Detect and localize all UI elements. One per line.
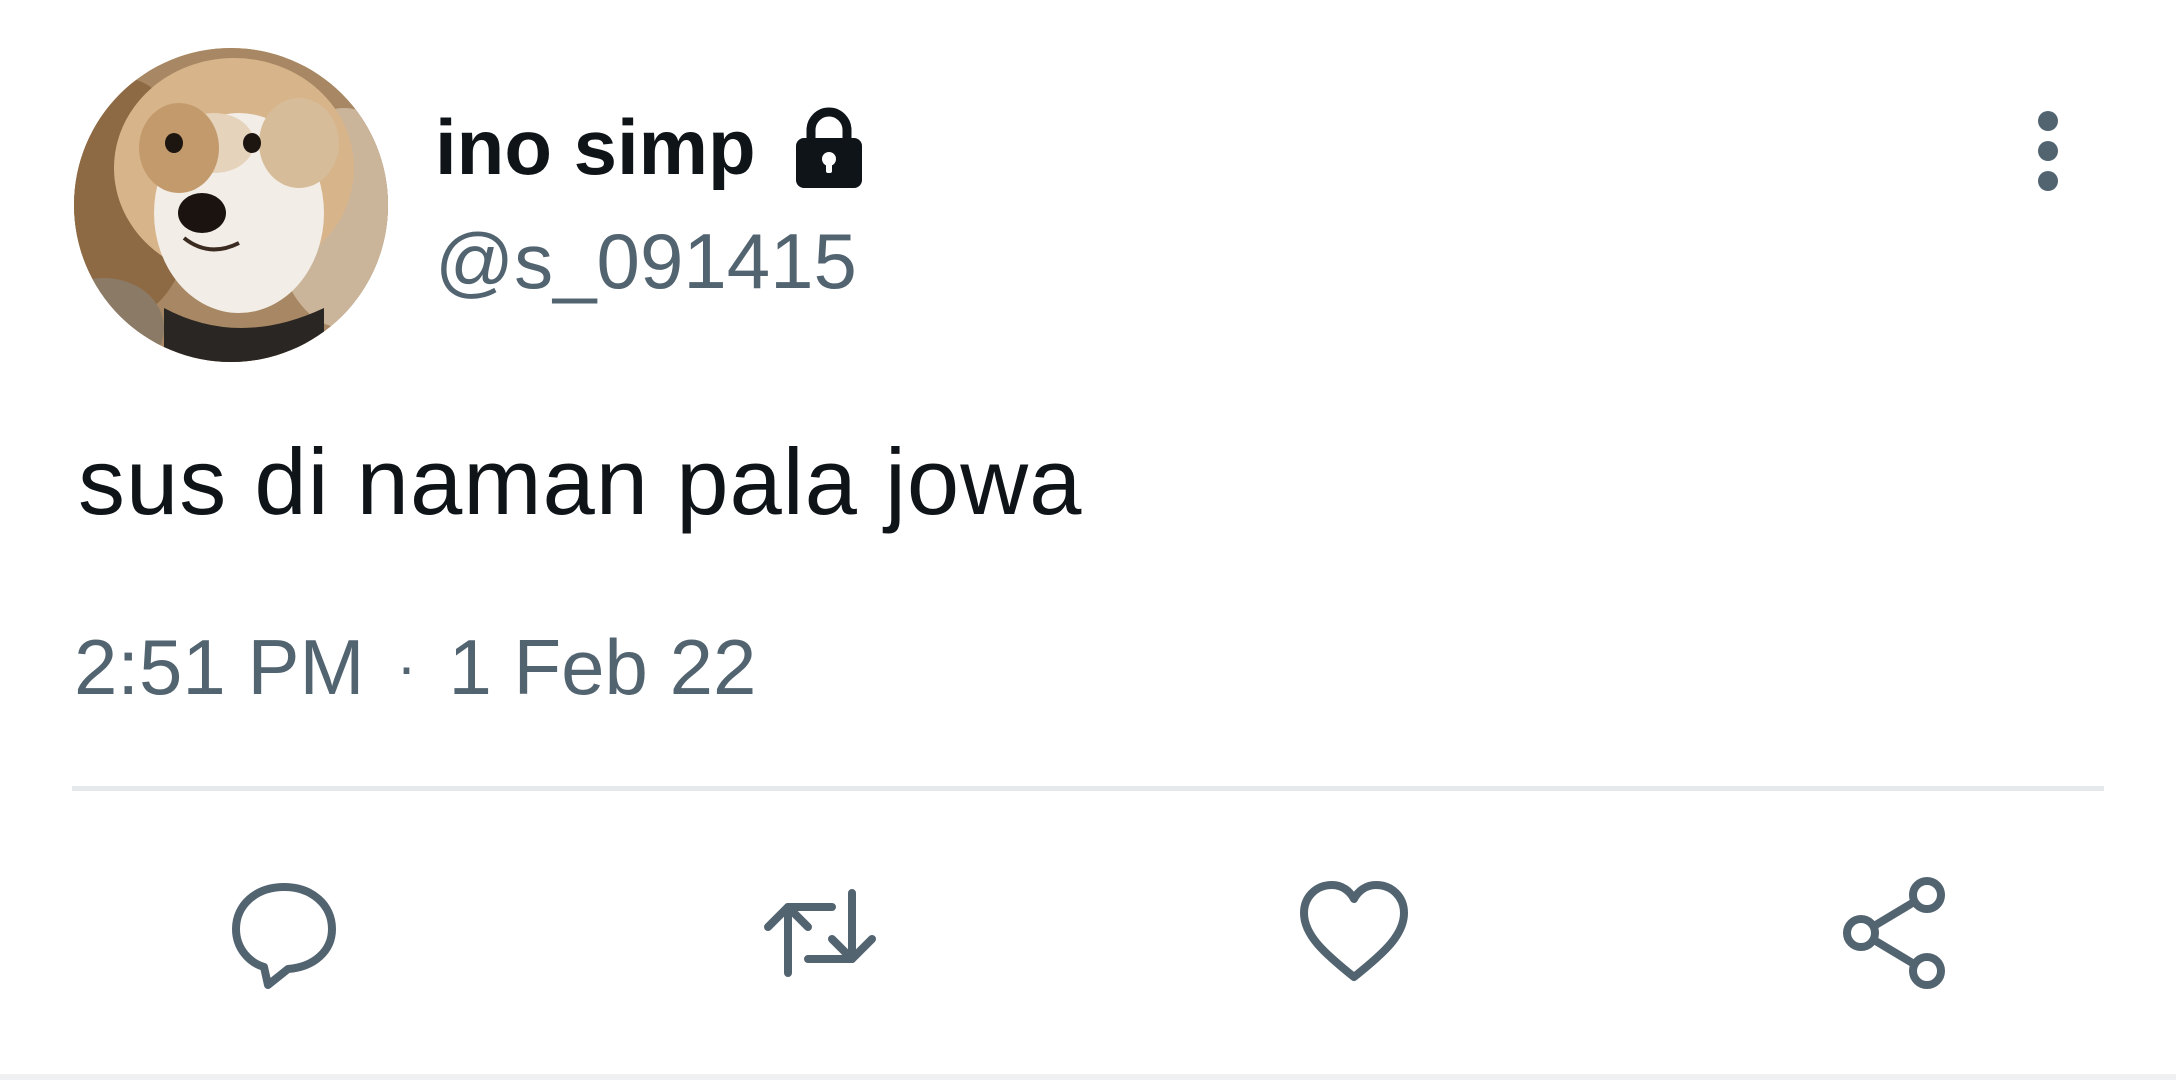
display-name-row: ino simp <box>435 92 874 202</box>
retweet-icon <box>764 889 876 977</box>
display-name[interactable]: ino simp <box>435 108 756 186</box>
retweet-button[interactable] <box>755 868 885 998</box>
avatar[interactable] <box>74 48 388 362</box>
dog-avatar-image <box>74 48 388 362</box>
tweet-metadata: 2:51 PM · 1 Feb 22 <box>74 628 756 706</box>
bottom-divider <box>0 1074 2176 1080</box>
tweet-text: sus di naman pala jowa <box>78 429 1083 534</box>
user-handle[interactable]: @s_091415 <box>435 222 857 300</box>
more-vertical-icon <box>2038 111 2058 191</box>
heart-icon <box>1300 881 1408 981</box>
more-options-button[interactable] <box>2018 106 2078 196</box>
reply-button[interactable] <box>219 868 349 998</box>
reply-icon <box>232 883 336 989</box>
lock-icon <box>784 102 874 192</box>
share-icon <box>1843 877 1945 989</box>
meta-separator: · <box>396 633 417 700</box>
share-button[interactable] <box>1830 868 1960 998</box>
divider <box>72 786 2104 791</box>
like-button[interactable] <box>1289 868 1419 998</box>
tweet-time[interactable]: 2:51 PM <box>74 628 364 706</box>
tweet-detail: ino simp @s_091415 sus di naman pala jow… <box>0 0 2176 1080</box>
tweet-date[interactable]: 1 Feb 22 <box>448 628 756 706</box>
